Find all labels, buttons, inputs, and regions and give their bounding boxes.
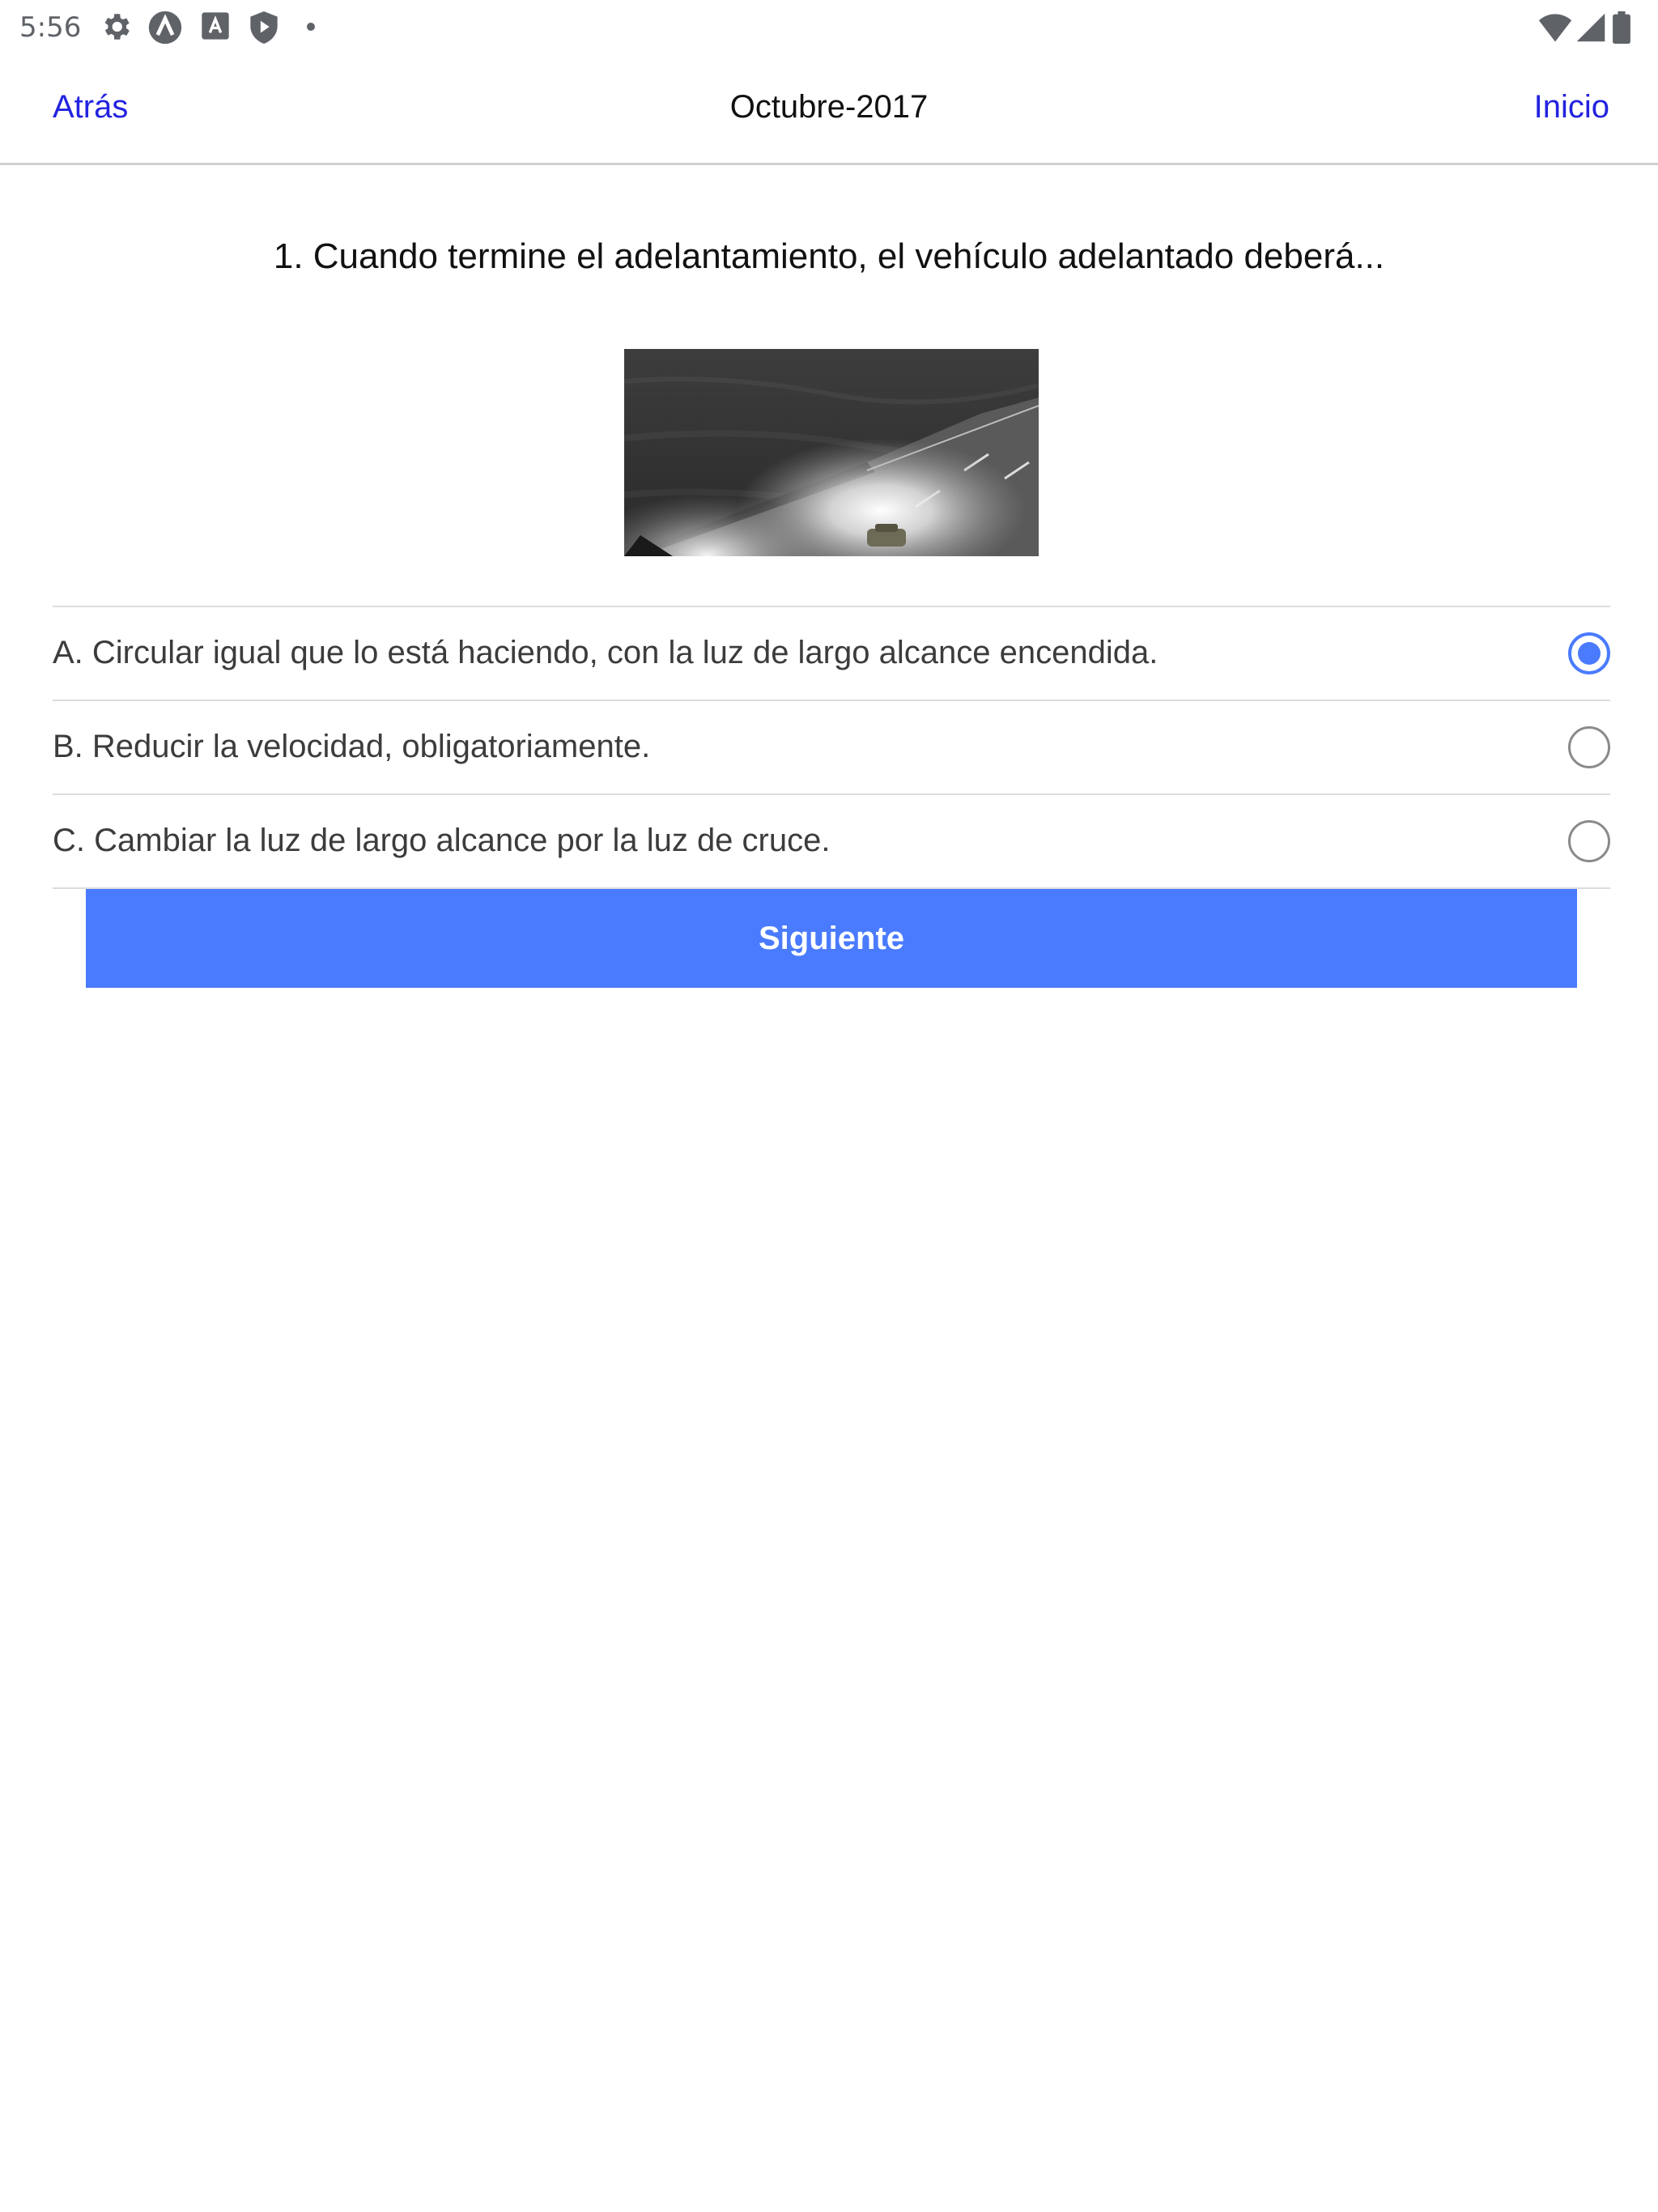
status-time: 5:56: [19, 11, 82, 44]
a-circle-icon: [147, 10, 183, 49]
page-title: Octubre-2017: [729, 89, 929, 125]
wifi-icon: [1538, 11, 1572, 48]
question-text: 1. Cuando termine el adelantamiento, el …: [273, 236, 1385, 276]
gear-icon: [99, 10, 133, 48]
option-c[interactable]: C. Cambiar la luz de largo alcance por l…: [53, 795, 1610, 889]
option-c-label: C. Cambiar la luz de largo alcance por l…: [53, 823, 831, 858]
question-image: [624, 349, 1039, 556]
back-link[interactable]: Atrás: [53, 89, 128, 125]
screen: 5:56 Octubre-2017 Atrás Inicio 1. Cuando…: [0, 0, 1658, 2212]
a-square-icon: [199, 10, 232, 46]
option-a[interactable]: A. Circular igual que lo está haciendo, …: [53, 607, 1610, 701]
option-b-radio[interactable]: [1568, 726, 1610, 768]
dot-icon: [306, 21, 316, 36]
shield-play-icon: [248, 10, 280, 49]
option-b[interactable]: B. Reducir la velocidad, obligatoriament…: [53, 701, 1610, 795]
navigation-bar: Octubre-2017 Atrás Inicio: [0, 57, 1658, 165]
system-icons: [1538, 11, 1643, 49]
battery-icon: [1613, 11, 1630, 48]
home-link[interactable]: Inicio: [1534, 89, 1609, 125]
option-c-radio[interactable]: [1568, 820, 1610, 862]
status-bar: 5:56: [0, 0, 1658, 57]
next-button[interactable]: Siguiente: [86, 889, 1577, 988]
option-a-radio[interactable]: [1568, 632, 1610, 674]
option-b-label: B. Reducir la velocidad, obligatoriament…: [53, 729, 651, 764]
answer-options: A. Circular igual que lo está haciendo, …: [53, 606, 1610, 889]
signal-icon: [1575, 11, 1606, 48]
option-a-label: A. Circular igual que lo está haciendo, …: [53, 635, 1158, 670]
